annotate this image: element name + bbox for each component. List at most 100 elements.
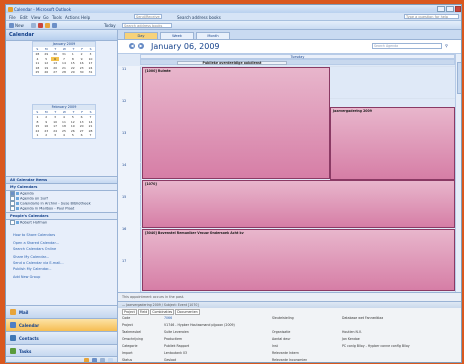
day-cell[interactable]: 4: [60, 133, 68, 138]
vertical-scrollbar[interactable]: [455, 54, 461, 292]
menu-go[interactable]: Go: [43, 15, 49, 20]
detail-cell[interactable]: Suite Leveraien: [164, 330, 189, 334]
mini-cal-days[interactable]: 1 2 3 4 5 6 7 8 9 10 11 12 13 14 15 16 17 18 19 20 21 22 23 24 2…: [33, 115, 95, 138]
menu-actions[interactable]: Actions: [65, 15, 80, 20]
tab-project[interactable]: Project: [122, 309, 137, 315]
event-block[interactable]: Jaarvergadering 2009: [330, 107, 455, 180]
detail-cell[interactable]: Publiek Rapport: [164, 344, 189, 348]
menu-help[interactable]: Help: [81, 15, 90, 20]
detail-cell[interactable]: V1746 - Hypber Houtasmand pijpoon (2009): [164, 323, 235, 327]
event-block[interactable]: [1070]: [142, 180, 455, 228]
menu-edit[interactable]: Edit: [20, 15, 28, 20]
search-agenda-input[interactable]: Search Agenda: [372, 43, 442, 49]
day-cell[interactable]: 2: [42, 133, 50, 138]
tab-field[interactable]: Field: [137, 309, 150, 315]
hour-label: 17: [122, 259, 127, 263]
day-cell[interactable]: 25: [33, 70, 41, 75]
all-day-row[interactable]: Publieke overdeeldige ookdienst: [140, 59, 455, 65]
tab-combinaties[interactable]: Combinaties: [150, 309, 175, 315]
link-add-new-group[interactable]: Add New Group: [13, 275, 40, 279]
calendar-label: Calendario in Archivi - Suse Bibliotheek: [20, 201, 91, 206]
today-button[interactable]: Today: [104, 23, 116, 28]
tab-day[interactable]: Day: [124, 31, 158, 39]
help-question-box[interactable]: Type a question for help: [404, 14, 459, 19]
calendar-item-robert[interactable]: Robert Hofman: [10, 220, 47, 225]
day-cell[interactable]: 5: [69, 133, 77, 138]
detail-cell: Categorie: [122, 344, 138, 348]
time-grid[interactable]: 11 12 13 14 15 16 17 [1000] Ruimte Jaarv…: [118, 66, 461, 292]
mini-cal-days[interactable]: 28 29 30 31 1 2 3 4 5 6 7 8 9 10 11 12 13 14 15 16 17 18 19 20 2…: [33, 52, 95, 75]
nav-shortcut-bar[interactable]: [6, 356, 117, 362]
forward-icon[interactable]: [52, 22, 57, 28]
close-button[interactable]: [455, 6, 461, 12]
tasks-icon: [10, 348, 16, 354]
event-block[interactable]: [3040] Bovenstel Remuniker Vrouw Onderso…: [142, 229, 455, 291]
week-row: 25 26 27 28 29 30 31: [33, 70, 95, 75]
tab-documenten[interactable]: Documenten: [175, 309, 200, 315]
new-icon[interactable]: [9, 22, 14, 28]
hour-label: 16: [122, 227, 127, 231]
weekday-label: M: [45, 47, 48, 51]
search-icon[interactable]: ⚲: [445, 43, 448, 48]
send-receive-box[interactable]: Send/Receive: [134, 14, 162, 19]
search-address-books-input[interactable]: Search address books: [122, 22, 172, 28]
new-button[interactable]: New: [15, 23, 24, 28]
day-cell[interactable]: 31: [86, 70, 94, 75]
link-open-shared[interactable]: Open a Shared Calendar...: [13, 241, 59, 245]
folder-list-icon[interactable]: [92, 358, 97, 362]
all-day-event[interactable]: Publieke overdeeldige ookdienst: [177, 60, 287, 65]
day-cell[interactable]: 1: [33, 133, 41, 138]
reply-icon[interactable]: [45, 22, 50, 28]
peoples-calendars-section[interactable]: People's Calendars: [6, 212, 117, 220]
menu-tools[interactable]: Tools: [52, 15, 62, 20]
tab-month[interactable]: Month: [196, 31, 230, 39]
menu-search-address[interactable]: Search address books: [177, 15, 221, 20]
checkbox[interactable]: [10, 220, 15, 225]
previous-day-button[interactable]: ◀: [129, 43, 135, 49]
link-how-to-share[interactable]: How to Share Calendars: [13, 233, 55, 237]
minimize-button[interactable]: [437, 6, 445, 12]
link-search-online[interactable]: Search Calendars Online: [13, 247, 56, 251]
my-calendars-section[interactable]: My Calendars: [6, 183, 117, 191]
detail-cell[interactable]: 7066: [164, 316, 172, 320]
delete-icon[interactable]: [38, 22, 43, 28]
day-cell[interactable]: 3: [51, 133, 59, 138]
toolbar: New Today Search address books: [6, 21, 461, 30]
detail-cell[interactable]: Lentoutank 03: [164, 351, 187, 355]
menu-file[interactable]: File: [9, 15, 16, 20]
day-cell[interactable]: 7: [86, 133, 94, 138]
notes-icon[interactable]: [84, 358, 89, 362]
print-icon[interactable]: [31, 22, 36, 28]
mini-calendar-january[interactable]: January 2009 SMTWTFS 28 29 30 31 1 2 3 4 5 6 7 8 9 10…: [32, 41, 96, 76]
link-send-calendar[interactable]: Send a Calendar via E-mail...: [13, 261, 64, 265]
tab-week[interactable]: Week: [160, 31, 194, 39]
calendar-icon: [16, 197, 19, 200]
day-cell[interactable]: 28: [60, 70, 68, 75]
checkbox[interactable]: [10, 206, 15, 211]
day-cell[interactable]: 29: [69, 70, 77, 75]
link-share-my-calendar[interactable]: Share My Calendar...: [13, 255, 49, 259]
detail-cell[interactable]: Gesloot: [164, 358, 176, 362]
nav-button-calendar[interactable]: Calendar: [6, 318, 117, 331]
event-block[interactable]: [1000] Ruimte: [142, 67, 330, 179]
day-cell[interactable]: 6: [78, 133, 86, 138]
calendar-icon: [16, 192, 19, 195]
day-cell[interactable]: 30: [78, 70, 86, 75]
next-day-button[interactable]: ▶: [138, 43, 144, 49]
nav-button-mail[interactable]: Mail: [6, 305, 117, 318]
mini-calendar-february[interactable]: February 2009 SMTWTFS 1 2 3 4 5 6 7 8 9 10 11 12 13 1…: [32, 104, 96, 139]
calendar-item-mailbox[interactable]: Agenda in Mailbox - Paul Plaat: [10, 206, 74, 211]
nav-button-contacts[interactable]: Contacts: [6, 331, 117, 344]
calendar-label: Robert Hofman: [20, 220, 48, 225]
day-cell[interactable]: 27: [51, 70, 59, 75]
scroll-thumb[interactable]: [457, 62, 461, 94]
day-cell[interactable]: 26: [42, 70, 50, 75]
shortcuts-icon[interactable]: [100, 358, 105, 362]
detail-cell[interactable]: Productiem: [164, 337, 182, 341]
configure-buttons-icon[interactable]: [108, 358, 113, 362]
menu-view[interactable]: View: [31, 15, 41, 20]
reading-pane-title-text: — Jaarvergadering 2009 / Subject: Event …: [122, 303, 199, 307]
weekday-label: S: [36, 47, 39, 51]
link-publish-calendar[interactable]: Publish My Calendar...: [13, 267, 52, 271]
maximize-button[interactable]: [446, 6, 454, 12]
